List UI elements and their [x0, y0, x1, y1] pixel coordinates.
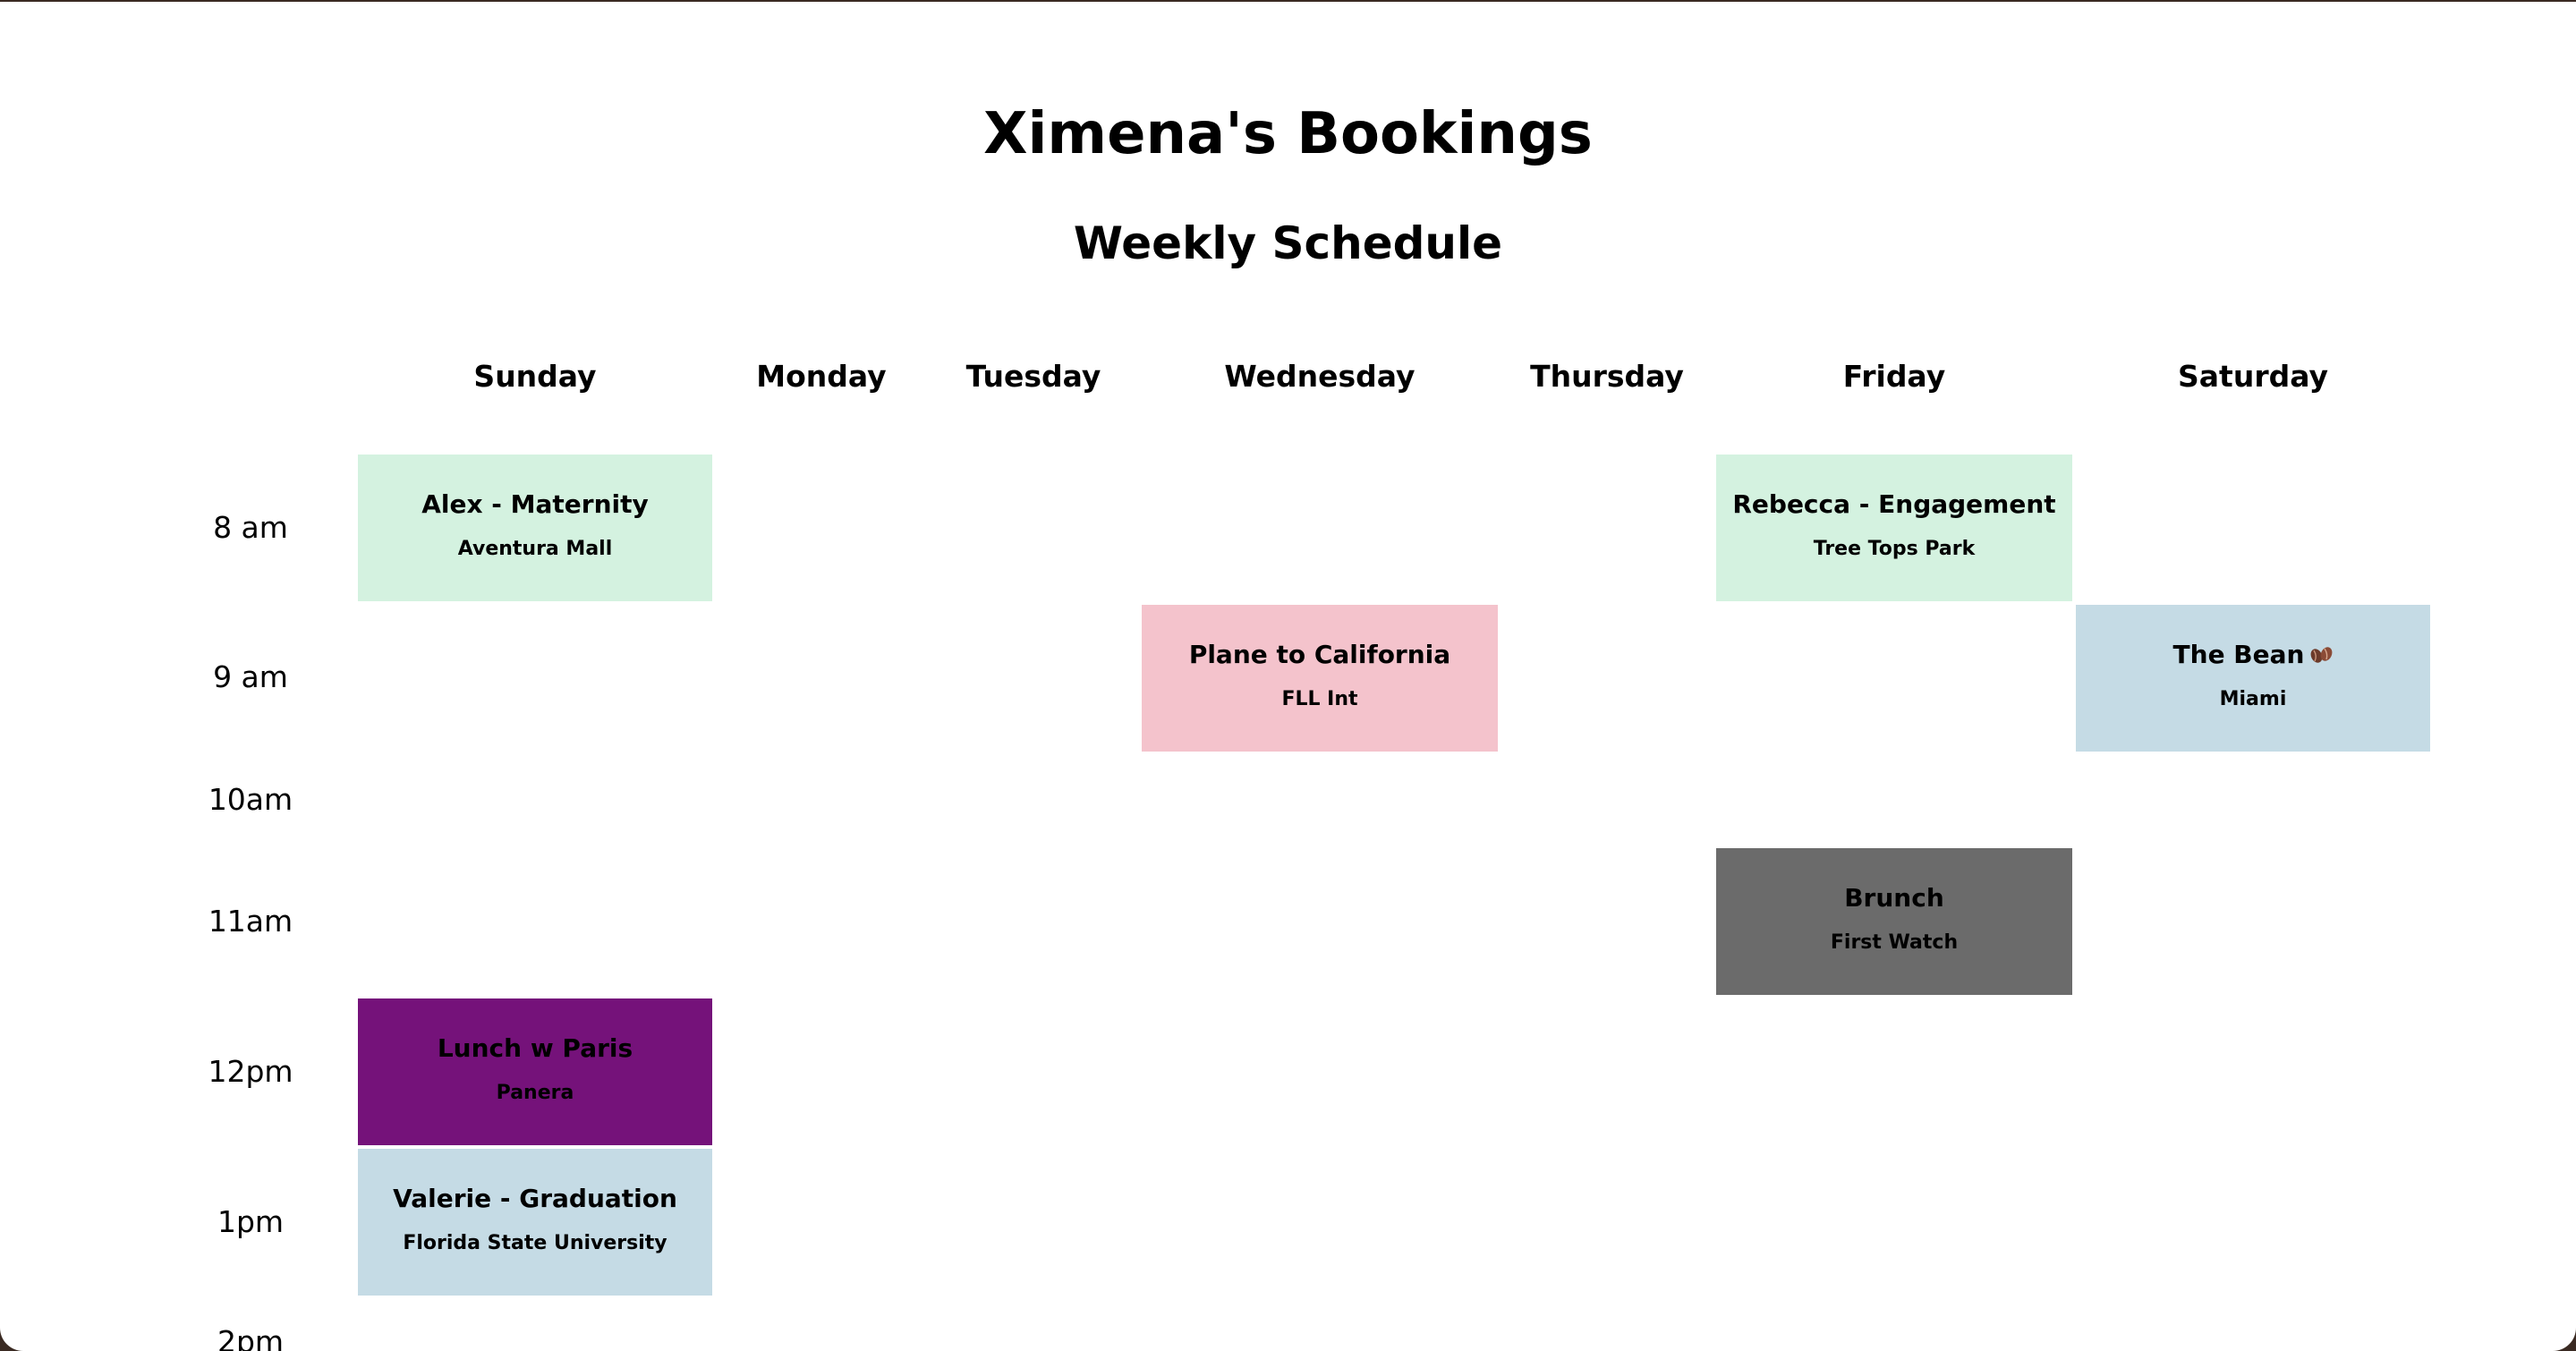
page-subtitle: Weekly Schedule: [1073, 217, 1503, 269]
event-title: Alex - Maternity: [421, 489, 649, 519]
event-location: Tree Tops Park: [1813, 538, 1976, 560]
time-label-11am: 11am: [208, 904, 293, 939]
event-location: First Watch: [1830, 931, 1959, 954]
event-brunch[interactable]: Brunch First Watch: [1716, 848, 2072, 995]
day-header-tuesday: Tuesday: [965, 359, 1101, 394]
event-title: Valerie - Graduation: [393, 1184, 677, 1213]
event-plane-to-california[interactable]: Plane to California FLL Int: [1142, 605, 1498, 752]
time-label-1pm: 1pm: [217, 1204, 285, 1239]
event-location: Florida State University: [403, 1232, 667, 1254]
page-title: Ximena's Bookings: [983, 101, 1593, 167]
app-window: Ximena's Bookings Weekly Schedule Sunday…: [0, 2, 2576, 1351]
time-label-8am: 8 am: [213, 510, 288, 545]
event-title: Rebecca - Engagement: [1732, 489, 2056, 519]
event-location: Panera: [496, 1082, 574, 1104]
event-location: Miami: [2219, 688, 2287, 710]
day-header-saturday: Saturday: [2178, 359, 2328, 394]
day-header-friday: Friday: [1842, 359, 1946, 394]
time-label-12pm: 12pm: [208, 1054, 293, 1089]
day-header-thursday: Thursday: [1530, 359, 1684, 394]
day-header-wednesday: Wednesday: [1224, 359, 1416, 394]
event-title: Brunch: [1844, 883, 1944, 913]
event-valerie-graduation[interactable]: Valerie - Graduation Florida State Unive…: [358, 1149, 712, 1296]
event-title: Plane to California: [1188, 640, 1451, 669]
event-title-text: The Bean: [2172, 640, 2305, 669]
event-alex-maternity[interactable]: Alex - Maternity Aventura Mall: [358, 455, 712, 601]
time-label-9am: 9 am: [213, 659, 288, 694]
day-header-monday: Monday: [756, 359, 887, 394]
event-title: Lunch w Paris: [437, 1033, 633, 1063]
event-rebecca-engagement[interactable]: Rebecca - Engagement Tree Tops Park: [1716, 455, 2072, 601]
time-label-2pm: 2pm: [217, 1324, 285, 1351]
time-label-10am: 10am: [208, 782, 293, 817]
event-lunch-w-paris[interactable]: Lunch w Paris Panera: [358, 998, 712, 1145]
event-the-bean[interactable]: The Bean Miami: [2076, 605, 2430, 752]
event-location: Aventura Mall: [457, 538, 613, 560]
event-title: The Bean: [2076, 637, 2430, 673]
day-header-sunday: Sunday: [473, 359, 597, 394]
event-location: FLL Int: [1281, 688, 1358, 710]
coffee-bean-icon: [2311, 647, 2333, 663]
